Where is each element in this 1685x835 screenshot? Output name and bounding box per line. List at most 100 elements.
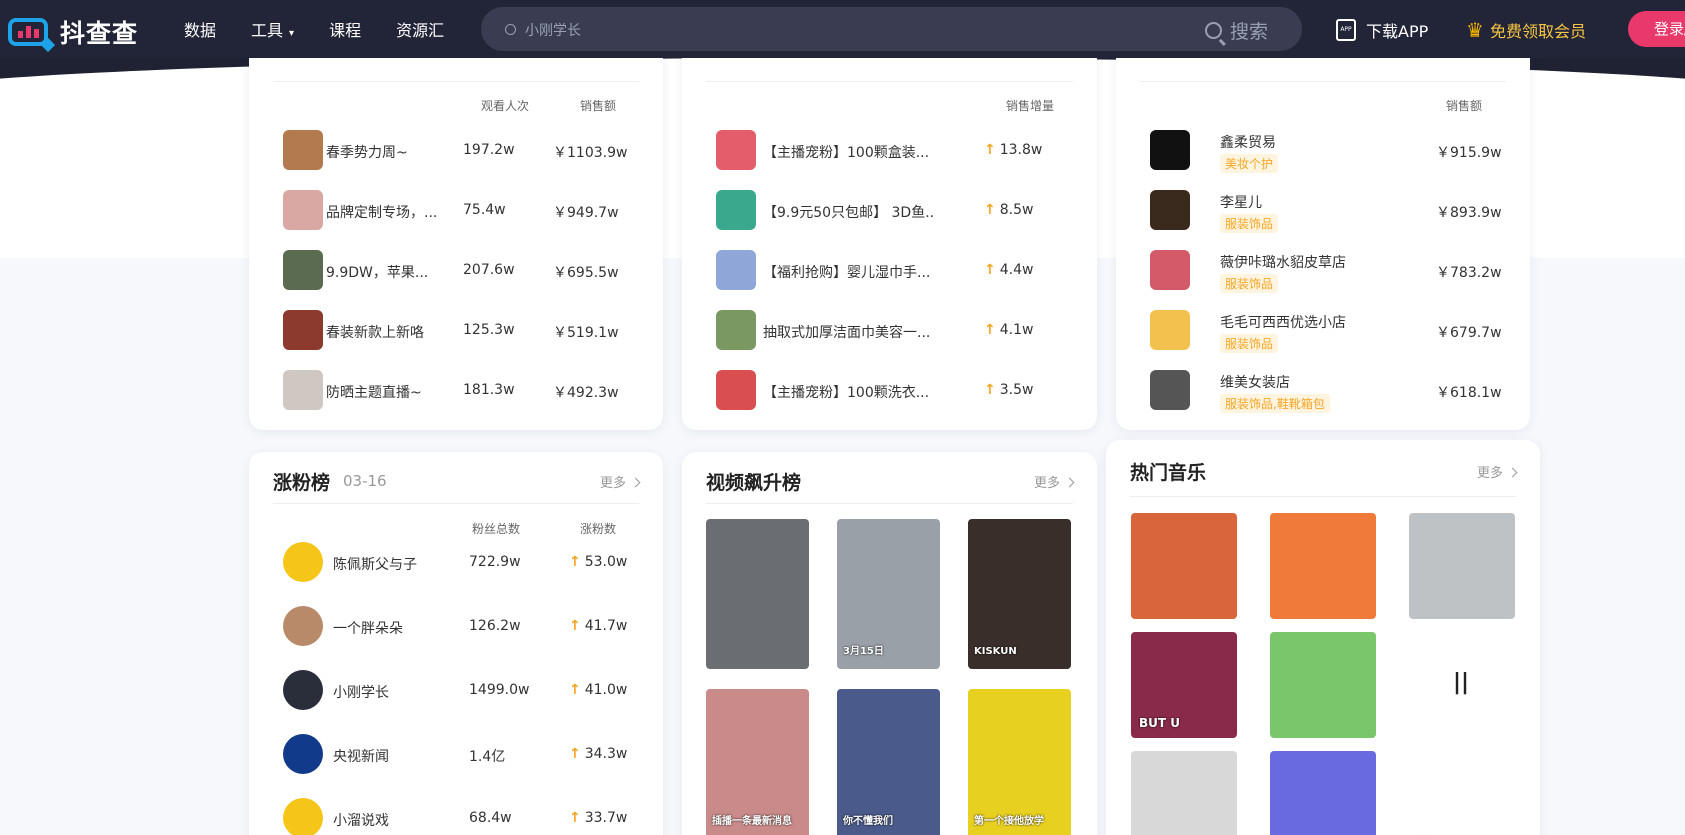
- row-sales: ￥695.5w: [553, 265, 619, 281]
- video-caption: 第一个接他放学: [974, 816, 1044, 827]
- row-views: 181.3w: [463, 382, 515, 398]
- table-row[interactable]: 央视新闻 1.4亿 ↑ 34.3w: [273, 724, 639, 788]
- video-thumbnail[interactable]: [706, 519, 809, 669]
- video-thumbnail[interactable]: 3月15日: [837, 519, 940, 669]
- shop-name: 维美女装店: [1220, 375, 1290, 391]
- more-link[interactable]: 更多: [600, 472, 639, 491]
- table-row[interactable]: 品牌定制专场，... 75.4w ￥949.7w: [273, 180, 639, 244]
- music-cover[interactable]: [1409, 513, 1515, 619]
- table-row[interactable]: 【9.9元50只包邮】 3D鱼... ↑ 8.5w: [706, 180, 1073, 244]
- arrow-up-icon: ↑: [984, 262, 996, 278]
- row-increase: ↑ 4.4w: [984, 262, 1033, 278]
- col-header-sales: 销售额: [1446, 99, 1483, 113]
- arrow-up-icon: ↑: [984, 202, 996, 218]
- arrow-up-icon: ↑: [569, 746, 581, 762]
- arrow-up-icon: ↑: [569, 554, 581, 570]
- arrow-up-icon: ↑: [569, 810, 581, 826]
- music-cover[interactable]: [1131, 513, 1237, 619]
- row-fans: 722.9w: [469, 554, 521, 570]
- more-link[interactable]: 更多: [1034, 472, 1073, 491]
- card-header: 涨粉榜 03-16 更多: [273, 452, 639, 504]
- more-link[interactable]: 更多: [1477, 462, 1516, 481]
- shop-logo: [1150, 370, 1190, 410]
- nav-link-tools[interactable]: 工具 ▾: [251, 17, 294, 41]
- fans-rank-card: 涨粉榜 03-16 更多 粉丝总数 涨粉数 陈佩斯父与子 722.9w ↑ 53.0w…: [249, 452, 663, 835]
- video-thumbnail[interactable]: 第一个接他放学: [968, 689, 1071, 835]
- avatar: [283, 250, 323, 290]
- row-increase: ↑ 3.5w: [984, 382, 1033, 398]
- table-row[interactable]: 春装新款上新咯 125.3w ￥519.1w: [273, 300, 639, 364]
- row-fans: 1.4亿: [469, 749, 506, 765]
- increase-value: 4.4w: [999, 262, 1034, 278]
- video-thumbnail[interactable]: KISKUN: [968, 519, 1071, 669]
- avatar: [283, 670, 323, 710]
- category-tag: 服装饰品: [1220, 274, 1279, 293]
- arrow-up-icon: ↑: [984, 142, 996, 158]
- nav-link-data[interactable]: 数据: [184, 17, 216, 41]
- pause-icon[interactable]: ||: [1453, 670, 1469, 695]
- vip-link[interactable]: ♛ 免费领取会员: [1466, 18, 1586, 42]
- search-input[interactable]: 小刚学长: [525, 20, 581, 40]
- video-rank-card: 视频飙升榜 更多 3月15日 KISKUN 插播一条最新消息 你不懂我们 第一个接他放学: [682, 452, 1097, 835]
- table-row[interactable]: 鑫柔贸易 美妆个护 ￥915.9w: [1140, 120, 1506, 184]
- card-date: 03-16: [343, 472, 387, 490]
- nav-links: 数据 工具 ▾ 课程 资源汇: [184, 0, 479, 58]
- music-cover[interactable]: ||: [1409, 632, 1515, 738]
- music-cover[interactable]: [1270, 513, 1376, 619]
- row-name: 小溜说戏: [333, 813, 389, 829]
- table-row[interactable]: 小刚学长 1499.0w ↑ 41.0w: [273, 660, 639, 724]
- app-icon: APP: [1336, 19, 1356, 41]
- shop-name: 薇伊咔璐水貂皮草店: [1220, 255, 1346, 271]
- table-row[interactable]: 一个胖朵朵 126.2w ↑ 41.7w: [273, 596, 639, 660]
- shop-name: 李星儿: [1220, 195, 1262, 211]
- search-button[interactable]: 搜索: [1204, 17, 1268, 44]
- gain-value: 53.0w: [584, 554, 628, 570]
- table-row[interactable]: 维美女装店 服装饰品,鞋靴箱包 ￥618.1w: [1140, 360, 1506, 424]
- table-row[interactable]: 【福利抢购】婴儿湿巾手... ↑ 4.4w: [706, 240, 1073, 304]
- table-row[interactable]: 9.9DW，苹果... 207.6w ￥695.5w: [273, 240, 639, 304]
- gain-value: 41.0w: [584, 682, 628, 698]
- product-image: [716, 370, 756, 410]
- login-button[interactable]: 登录/: [1628, 11, 1685, 47]
- shop-logo: [1150, 250, 1190, 290]
- row-sales: ￥1103.9w: [553, 145, 628, 161]
- table-row[interactable]: 李星儿 服装饰品 ￥893.9w: [1140, 180, 1506, 244]
- search-bar: 小刚学长 搜索: [481, 7, 1302, 51]
- music-cover[interactable]: 20: [1409, 751, 1515, 835]
- row-name: 【主播宠粉】100颗洗衣...: [763, 385, 930, 401]
- product-image: [716, 310, 756, 350]
- table-row[interactable]: 毛毛可西西优选小店 服装饰品 ￥679.7w: [1140, 300, 1506, 364]
- nav-link-resources[interactable]: 资源汇: [396, 17, 444, 41]
- row-fans: 126.2w: [469, 618, 521, 634]
- row-name: 陈佩斯父与子: [333, 557, 417, 573]
- card-title: 视频飙升榜: [706, 472, 802, 494]
- shop-logo: [1150, 310, 1190, 350]
- table-row[interactable]: 【主播宠粉】100颗盒装... ↑ 13.8w: [706, 120, 1073, 184]
- logo[interactable]: 抖查查: [8, 14, 138, 50]
- row-name: 品牌定制专场，...: [326, 205, 436, 221]
- gain-value: 34.3w: [584, 746, 628, 762]
- table-row[interactable]: 抽取式加厚洁面巾美容一... ↑ 4.1w: [706, 300, 1073, 364]
- search-history-icon: [505, 24, 516, 35]
- avatar: [283, 606, 323, 646]
- video-thumbnail[interactable]: 插播一条最新消息: [706, 689, 809, 835]
- nav-link-courses[interactable]: 课程: [329, 17, 361, 41]
- table-row[interactable]: 陈佩斯父与子 722.9w ↑ 53.0w: [273, 532, 639, 596]
- music-cover[interactable]: [1270, 751, 1376, 835]
- music-cover[interactable]: BUT U: [1131, 632, 1237, 738]
- table-row[interactable]: 春季势力周~ 197.2w ￥1103.9w: [273, 120, 639, 184]
- shop-logo: [1150, 130, 1190, 170]
- row-name: 9.9DW，苹果...: [326, 265, 429, 281]
- table-row[interactable]: 【主播宠粉】100颗洗衣... ↑ 3.5w: [706, 360, 1073, 424]
- table-row[interactable]: 防晒主题直播~ 181.3w ￥492.3w: [273, 360, 639, 424]
- category-tag: 服装饰品,鞋靴箱包: [1220, 394, 1330, 413]
- music-cover[interactable]: [1270, 632, 1376, 738]
- video-thumbnail[interactable]: 你不懂我们: [837, 689, 940, 835]
- table-row[interactable]: 薇伊咔璐水貂皮草店 服装饰品 ￥783.2w: [1140, 240, 1506, 304]
- music-cover[interactable]: [1131, 751, 1237, 835]
- arrow-up-icon: ↑: [984, 322, 996, 338]
- table-row[interactable]: 小溜说戏 68.4w ↑ 33.7w: [273, 788, 639, 835]
- row-sales: ￥519.1w: [553, 325, 619, 341]
- download-app-link[interactable]: APP 下载APP: [1336, 18, 1428, 42]
- shop-name: 毛毛可西西优选小店: [1220, 315, 1346, 331]
